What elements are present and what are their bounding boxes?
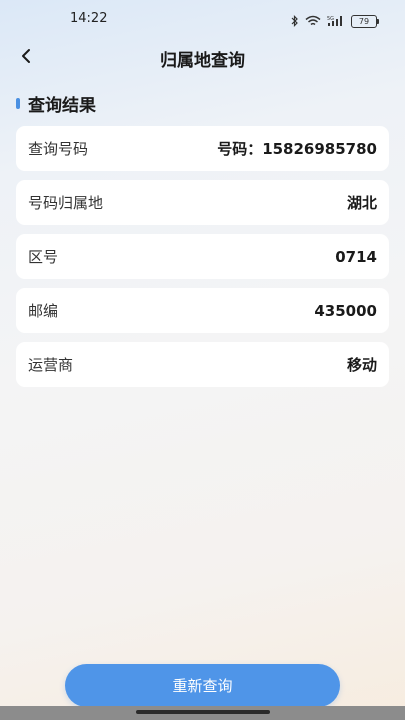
nav-bar: 归属地查询	[0, 40, 405, 76]
result-row-number: 查询号码 号码：15826985780	[16, 126, 389, 171]
row-value: 移动	[346, 356, 377, 374]
section-title: 查询结果	[28, 95, 96, 116]
section-header: 查询结果	[16, 92, 96, 116]
bluetooth-icon	[291, 12, 299, 31]
section-accent-bar	[16, 97, 20, 109]
row-value: 号码：15826985780	[217, 140, 377, 158]
row-value: 435000	[314, 301, 377, 320]
wifi-icon	[305, 12, 321, 31]
signal-5g-icon: 5G	[327, 12, 345, 31]
result-row-carrier: 运营商 移动	[16, 342, 389, 387]
row-label: 邮编	[28, 302, 59, 320]
result-list: 查询号码 号码：15826985780 号码归属地 湖北 区号 0714 邮编 …	[16, 126, 389, 396]
row-label: 号码归属地	[28, 194, 104, 212]
row-label: 区号	[28, 248, 59, 266]
page-title: 归属地查询	[160, 51, 245, 71]
status-bar: 14:22 5G 79	[0, 0, 405, 40]
battery-icon: 79	[351, 15, 379, 28]
row-label: 运营商	[28, 356, 74, 374]
row-value: 湖北	[346, 194, 377, 212]
result-row-postcode: 邮编 435000	[16, 288, 389, 333]
requery-button[interactable]: 重新查询	[65, 664, 340, 707]
result-row-area-code: 区号 0714	[16, 234, 389, 279]
row-value: 0714	[335, 247, 377, 266]
status-time: 14:22	[70, 11, 108, 26]
row-label: 查询号码	[28, 140, 89, 158]
home-indicator[interactable]	[136, 710, 270, 714]
result-row-location: 号码归属地 湖北	[16, 180, 389, 225]
status-icons: 5G 79	[291, 12, 379, 31]
